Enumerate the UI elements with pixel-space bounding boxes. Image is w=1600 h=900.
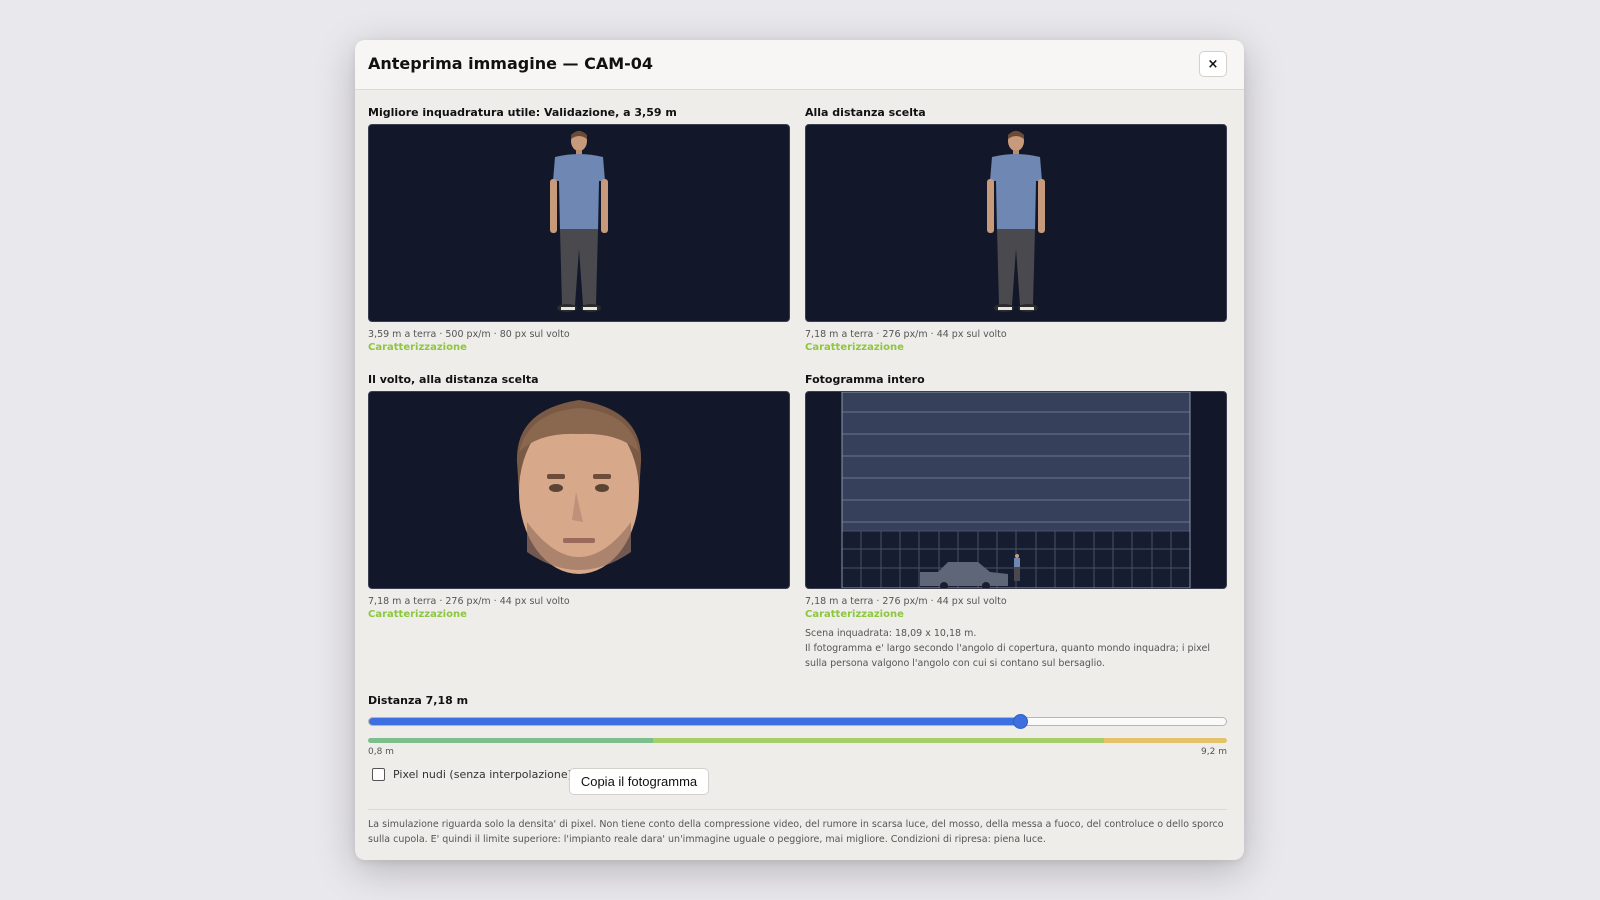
panel-title: Migliore inquadratura utile: Validazione…: [368, 106, 677, 119]
panel-face: Il volto, alla distanza scelta 7,18 m a …: [368, 373, 790, 622]
range-max-label: 9,2 m: [1201, 747, 1227, 757]
dialog-title: Anteprima immagine — CAM-04: [368, 54, 654, 73]
best-framing-viewport: [368, 124, 790, 322]
panel-title: Il volto, alla distanza scelta: [368, 373, 539, 386]
quality-tag: Caratterizzazione: [805, 609, 904, 620]
person-figure-image: [987, 131, 1045, 312]
frame-explanation: Il fotogramma e' largo secondo l'angolo …: [805, 643, 1210, 669]
panel-title: Alla distanza scelta: [805, 106, 926, 119]
distance-slider[interactable]: [368, 714, 1227, 729]
range-min-label: 0,8 m: [368, 747, 394, 757]
quality-tag: Caratterizzazione: [368, 609, 467, 620]
divider: [368, 809, 1227, 810]
panel-full-frame: Fotogramma intero 7,18 m a terra · 276 p…: [805, 373, 1227, 671]
copy-frame-button[interactable]: Copia il fotogramma: [569, 768, 709, 795]
panel-title: Fotogramma intero: [805, 373, 925, 386]
slider-thumb[interactable]: [1012, 714, 1028, 729]
quality-zone-1: [368, 738, 654, 743]
raw-pixels-label[interactable]: Pixel nudi (senza interpolazione): [393, 768, 572, 781]
simulation-disclaimer: La simulazione riguarda solo la densita'…: [368, 819, 1224, 845]
face-viewport: [368, 391, 790, 589]
quality-tag: Caratterizzazione: [368, 342, 467, 353]
slider-fill: [369, 718, 1020, 725]
framing-metrics: 7,18 m a terra · 276 px/m · 44 px sul vo…: [805, 596, 1007, 607]
face-image: [516, 400, 642, 588]
raw-pixels-option[interactable]: Pixel nudi (senza interpolazione): [372, 768, 572, 781]
framing-metrics: 7,18 m a terra · 276 px/m · 44 px sul vo…: [805, 329, 1007, 340]
panel-best-framing: Migliore inquadratura utile: Validazione…: [368, 106, 790, 355]
close-button[interactable]: ×: [1199, 51, 1227, 77]
panel-chosen-distance: Alla distanza scelta 7,18 m a terra · 27…: [805, 106, 1227, 355]
scene-frame-image: [841, 392, 1191, 588]
raw-pixels-checkbox[interactable]: [372, 768, 385, 781]
person-figure-image: [550, 131, 608, 312]
full-frame-viewport: [805, 391, 1227, 589]
quality-zone-bar: [368, 738, 1227, 743]
image-preview-dialog: Anteprima immagine — CAM-04 × Migliore i…: [355, 40, 1244, 860]
quality-zone-3: [1104, 738, 1227, 743]
chosen-distance-viewport: [805, 124, 1227, 322]
scene-size: Scena inquadrata: 18,09 x 10,18 m.: [805, 628, 977, 639]
distance-label: Distanza 7,18 m: [368, 694, 469, 707]
quality-zone-2: [653, 738, 1105, 743]
dialog-header: Anteprima immagine — CAM-04 ×: [355, 40, 1244, 90]
framing-metrics: 7,18 m a terra · 276 px/m · 44 px sul vo…: [368, 596, 570, 607]
quality-tag: Caratterizzazione: [805, 342, 904, 353]
framing-metrics: 3,59 m a terra · 500 px/m · 80 px sul vo…: [368, 329, 570, 340]
